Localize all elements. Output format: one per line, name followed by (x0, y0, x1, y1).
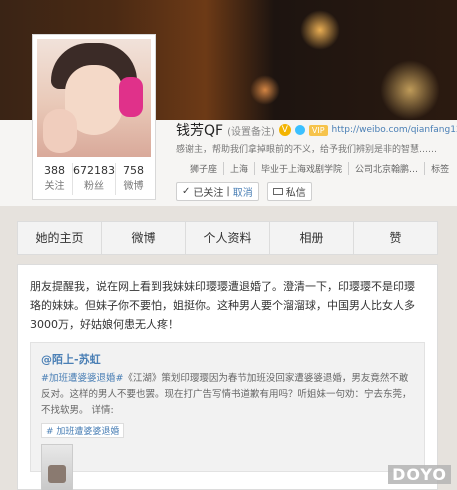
profile-bio: 感谢主，帮助我们拿掉眼前的不义，给予我们辨别是非的智慧…… (176, 145, 438, 155)
verified-icon: V (278, 124, 291, 136)
repost-author[interactable]: @陌上-苏虹 (41, 351, 414, 367)
tab-weibo[interactable]: 微博 (102, 222, 186, 254)
repost-image-thumbnail[interactable] (41, 444, 73, 490)
tab-album[interactable]: 相册 (270, 222, 354, 254)
banner-light (250, 75, 280, 105)
envelope-icon (272, 188, 283, 195)
set-remark-link[interactable]: (设置备注) (227, 123, 275, 138)
profile-stats: 388 关注 672183 粉丝 758 微博 (37, 163, 151, 195)
checkmark-icon: ✓ (182, 186, 191, 197)
banner-light (380, 60, 440, 120)
tab-profile[interactable]: 个人资料 (186, 222, 270, 254)
profile-name: 钱芳QF (176, 123, 224, 139)
banner-light (300, 10, 340, 50)
followed-button[interactable]: ✓ 已关注 | 取消 (176, 182, 259, 201)
stat-following[interactable]: 388 关注 (37, 163, 73, 195)
tag-company[interactable]: 公司北京翰鹏… (349, 162, 426, 175)
profile-tabs: 她的主页 微博 个人资料 相册 赞 (17, 221, 438, 255)
hash-icon: # (46, 427, 57, 437)
heart-icon (294, 125, 305, 135)
weibo-post: 朋友提醒我，说在网上看到我妹妹印璎璎遭退婚了。澄清一下，印璎璎不是印璎珞的妹妹。… (17, 264, 438, 490)
tab-home[interactable]: 她的主页 (18, 222, 102, 254)
unfollow-link[interactable]: 取消 (233, 184, 253, 199)
repost-block: @陌上-苏虹 #加班遭婆婆退婚#《江湖》策划印璎璎因为春节加班没回家遭婆婆退婚，… (30, 342, 425, 490)
watermark-logo: DOYO (388, 465, 451, 484)
profile-tags: 狮子座 上海 毕业于上海戏剧学院 公司北京翰鹏… 标签 (178, 162, 455, 175)
repost-text: #加班遭婆婆退婚#《江湖》策划印璎璎因为春节加班没回家遭婆婆退婚，男友竟然不敢反… (41, 373, 412, 416)
stat-followers[interactable]: 672183 粉丝 (73, 163, 116, 195)
hashtag-chip[interactable]: # 加班遭婆婆退婚 (41, 423, 125, 438)
avatar-frame: 388 关注 672183 粉丝 758 微博 (32, 34, 156, 200)
avatar[interactable] (37, 39, 151, 157)
vip-badge[interactable]: VIP (308, 124, 328, 136)
repost-topic-link[interactable]: #加班遭婆婆退婚# (41, 373, 123, 384)
tag-location: 上海 (224, 162, 256, 175)
profile-url[interactable]: http://weibo.com/qianfang1234 (332, 125, 457, 135)
tag-education[interactable]: 毕业于上海戏剧学院 (255, 162, 350, 175)
profile-name-row: 钱芳QF (设置备注) V VIP http://weibo.com/qianf… (176, 120, 457, 140)
tag-labels[interactable]: 标签 (425, 162, 455, 175)
tab-likes[interactable]: 赞 (354, 222, 437, 254)
tag-constellation: 狮子座 (178, 162, 225, 175)
post-text: 朋友提醒我，说在网上看到我妹妹印璎璎遭退婚了。澄清一下，印璎璎不是印璎珞的妹妹。… (30, 280, 415, 331)
stat-posts[interactable]: 758 微博 (116, 163, 151, 195)
follow-actions: ✓ 已关注 | 取消 私信 (176, 182, 312, 201)
message-button[interactable]: 私信 (266, 182, 312, 201)
